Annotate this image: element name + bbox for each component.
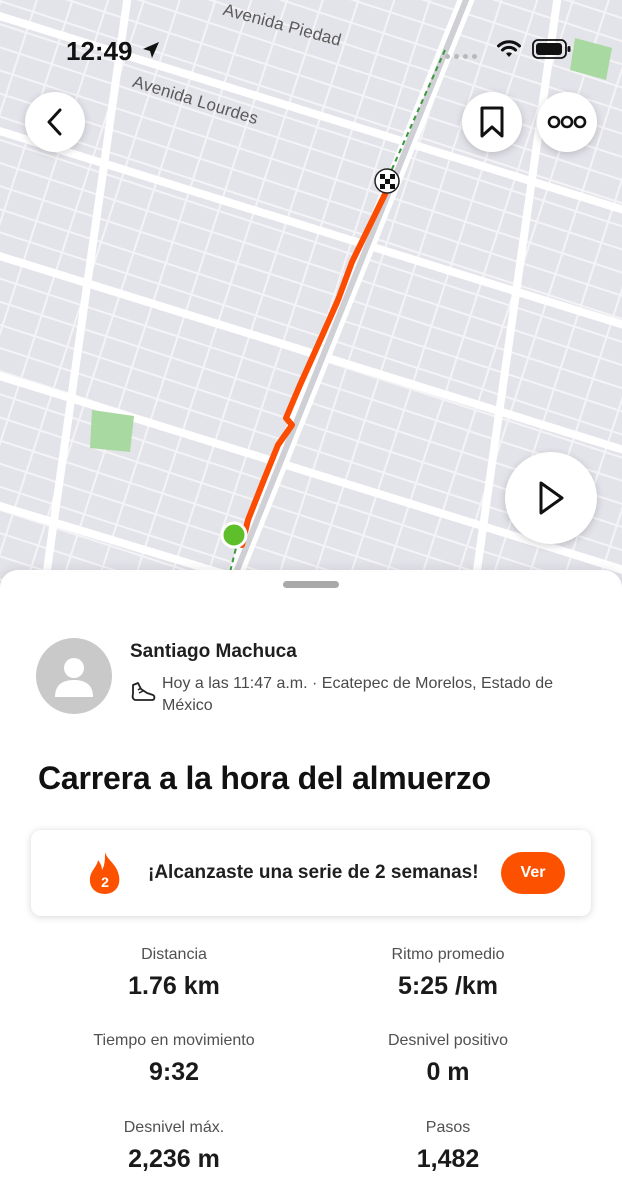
sheet-grabber[interactable] — [283, 581, 339, 588]
finish-marker — [374, 168, 400, 194]
stat-max-elevation: Desnivel máx. 2,236 m — [34, 1119, 314, 1174]
stat-value: 5:25 /km — [397, 972, 499, 1000]
activity-meta: Hoy a las 11:47 a.m. · Ecatepec de Morel… — [162, 675, 554, 714]
battery-icon — [532, 39, 571, 59]
back-button[interactable] — [25, 92, 85, 152]
running-shoe-icon — [131, 682, 156, 701]
play-flyover-button[interactable] — [505, 452, 597, 544]
stat-distance: Distancia 1.76 km — [34, 946, 314, 1001]
stat-value: 1.76 km — [128, 972, 220, 1000]
stat-label: Tiempo en movimiento — [93, 1032, 255, 1049]
user-placeholder-icon — [55, 658, 93, 697]
stat-steps: Pasos 1,482 — [308, 1119, 588, 1174]
route-map[interactable]: Avenida Piedad Avenida Lourdes 12:49 — [0, 0, 622, 600]
avatar[interactable] — [36, 638, 112, 714]
more-options-icon — [547, 115, 587, 129]
stat-moving-time: Tiempo en movimiento 9:32 — [34, 1032, 314, 1087]
stat-label: Distancia — [141, 946, 207, 963]
stat-value: 2,236 m — [128, 1145, 220, 1173]
stat-elevation-gain: Desnivel positivo 0 m — [308, 1032, 588, 1087]
flame-icon: 2 — [89, 852, 120, 894]
stat-label: Pasos — [425, 1119, 471, 1136]
status-time: 12:49 — [66, 36, 133, 66]
bookmark-button[interactable] — [462, 92, 522, 152]
view-streak-button[interactable]: Ver — [501, 852, 565, 894]
streak-count: 2 — [101, 874, 109, 890]
chevron-left-icon — [47, 108, 62, 136]
stat-label: Desnivel positivo — [387, 1032, 509, 1049]
stat-avg-pace: Ritmo promedio 5:25 /km — [308, 946, 588, 1001]
bookmark-icon — [480, 106, 504, 138]
activity-details-sheet: Santiago Machuca Hoy a las 11:47 a.m. · … — [0, 570, 622, 1200]
stat-value: 0 m — [426, 1058, 470, 1086]
athlete-name[interactable]: Santiago Machuca — [130, 641, 297, 663]
streak-card[interactable]: 2 ¡Alcanzaste una serie de 2 semanas! Ve… — [31, 830, 591, 916]
status-signal-dots — [445, 54, 477, 59]
status-indicators — [496, 38, 572, 60]
wifi-icon — [497, 40, 521, 57]
more-options-button[interactable] — [537, 92, 597, 152]
stat-label: Desnivel máx. — [123, 1119, 225, 1136]
stat-value: 9:32 — [148, 1058, 200, 1086]
activity-title: Carrera a la hora del almuerzo — [38, 760, 491, 796]
start-marker — [220, 521, 248, 549]
stat-value: 1,482 — [416, 1145, 480, 1173]
location-arrow-icon — [143, 42, 159, 58]
play-icon — [539, 481, 564, 515]
stat-label: Ritmo promedio — [391, 946, 505, 963]
streak-message: ¡Alcanzaste una serie de 2 semanas! — [148, 862, 479, 883]
